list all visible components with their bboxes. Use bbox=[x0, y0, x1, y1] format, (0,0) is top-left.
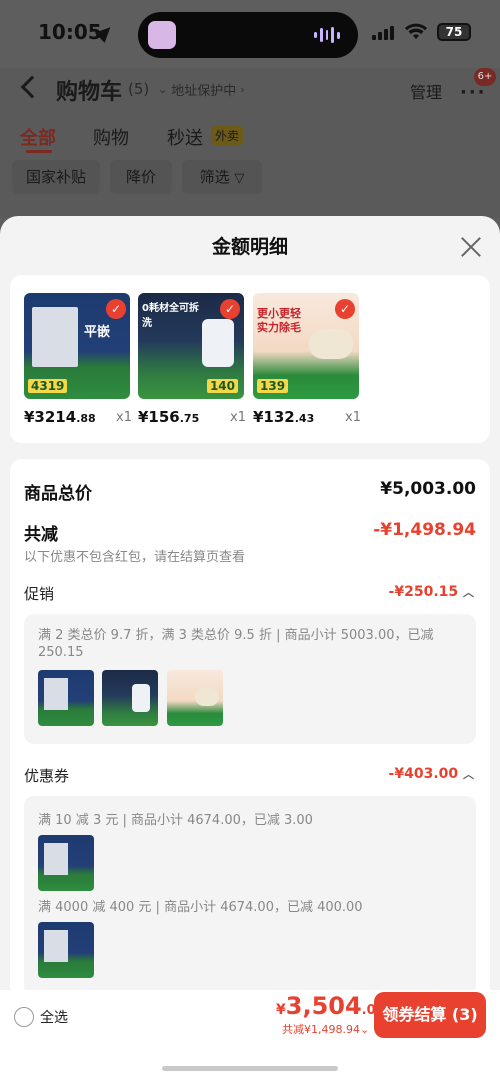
tab-instant-delivery[interactable]: 秒送 bbox=[167, 124, 203, 150]
promo-thumb-humidifier bbox=[102, 670, 158, 726]
product-badge-text: 平嵌 bbox=[84, 325, 111, 340]
coupon-thumb-fridge bbox=[38, 835, 94, 891]
product-promo-price: 140 bbox=[206, 379, 238, 393]
app-icon bbox=[148, 21, 176, 49]
message-badge: 6+ bbox=[474, 68, 496, 86]
product-qty: x1 bbox=[345, 410, 361, 425]
cart-count: (5) bbox=[128, 80, 150, 98]
checkout-button[interactable]: 领券结算 (3) bbox=[374, 992, 486, 1038]
product-image-mite-remover[interactable]: 更小更轻 实力除毛 139 ✓ bbox=[253, 293, 359, 399]
goods-total-label: 商品总价 bbox=[24, 484, 92, 504]
product-badge-text: 0耗材全可拆洗 bbox=[142, 303, 199, 329]
product-price: ¥156.75 bbox=[138, 408, 200, 426]
filter-price-drop[interactable]: 降价 bbox=[110, 160, 172, 194]
battery-icon: 75 bbox=[437, 23, 471, 41]
check-icon: ✓ bbox=[220, 299, 240, 319]
dynamic-island bbox=[138, 12, 358, 58]
product-price: ¥3214.88 bbox=[24, 408, 96, 426]
status-time: 10:05 bbox=[38, 20, 102, 44]
filter-national-subsidy[interactable]: 国家补贴 bbox=[12, 160, 100, 194]
wifi-icon bbox=[405, 23, 427, 39]
product-image-humidifier[interactable]: 0耗材全可拆洗 140 ✓ bbox=[138, 293, 244, 399]
goods-total-value: ¥5,003.00 bbox=[380, 479, 476, 499]
filter-button[interactable]: 筛选 ▽ bbox=[182, 160, 262, 194]
cellular-signal-icon bbox=[372, 26, 394, 40]
coupon-desc: 满 10 减 3 元 | 商品小计 4674.00，已减 3.00 bbox=[38, 813, 313, 828]
page-title: 购物车 bbox=[56, 80, 123, 105]
close-icon[interactable] bbox=[460, 236, 482, 258]
select-all-label[interactable]: 全选 bbox=[40, 1007, 68, 1027]
product-price: ¥132.43 bbox=[253, 408, 315, 426]
tab-all[interactable]: 全部 bbox=[20, 124, 56, 150]
chevron-up-icon: ︿ bbox=[463, 586, 474, 599]
check-icon: ✓ bbox=[106, 299, 126, 319]
fridge-shape bbox=[32, 307, 78, 367]
product-badge-text: 更小更轻 实力除毛 bbox=[257, 307, 301, 334]
promo-thumb-fridge bbox=[38, 670, 94, 726]
saved-amount[interactable]: 共减¥1,498.94⌄ bbox=[282, 1021, 369, 1037]
tab-active-indicator bbox=[26, 150, 52, 153]
discount-label: 共减 bbox=[24, 525, 58, 545]
total-price: ¥3,504.06 bbox=[276, 992, 385, 1020]
discount-value: -¥1,498.94 bbox=[373, 520, 476, 540]
chevron-down-icon: ⌄ bbox=[158, 83, 168, 96]
product-qty: x1 bbox=[230, 410, 246, 425]
promo-label: 促销 bbox=[24, 585, 55, 603]
check-icon: ✓ bbox=[335, 299, 355, 319]
coupon-label: 优惠券 bbox=[24, 767, 70, 785]
product-qty: x1 bbox=[116, 410, 132, 425]
home-indicator bbox=[162, 1066, 338, 1071]
mite-remover-shape bbox=[309, 329, 353, 359]
address-protect-label: 地址保护中 bbox=[171, 84, 237, 99]
coupon-thumb-fridge bbox=[38, 922, 94, 978]
humidifier-shape bbox=[202, 319, 234, 367]
chevron-down-icon: ⌄ bbox=[359, 1023, 370, 1036]
funnel-icon: ▽ bbox=[234, 171, 245, 186]
discount-note: 以下优惠不包含红包，请在结算页查看 bbox=[24, 550, 246, 565]
product-promo-price: 4319 bbox=[28, 379, 68, 393]
select-all-radio[interactable] bbox=[14, 1007, 34, 1027]
coupon-toggle[interactable]: -¥403.00 ︿ bbox=[389, 766, 474, 782]
promo-toggle[interactable]: -¥250.15 ︿ bbox=[389, 584, 474, 600]
sheet-title: 金额明细 bbox=[211, 236, 288, 258]
address-protect[interactable]: ⌄ 地址保护中 › bbox=[158, 80, 245, 99]
chevron-right-icon: › bbox=[240, 83, 245, 96]
product-promo-price: 139 bbox=[257, 379, 289, 393]
manage-button[interactable]: 管理 bbox=[410, 79, 442, 103]
coupon-value: -¥403.00 bbox=[388, 766, 459, 782]
coupon-desc: 满 4000 减 400 元 | 商品小计 4674.00，已减 400.00 bbox=[38, 900, 363, 915]
promo-desc: 满 2 类总价 9.7 折，满 3 类总价 9.5 折 | 商品小计 5003.… bbox=[38, 628, 434, 660]
promo-value: -¥250.15 bbox=[388, 584, 459, 600]
audio-wave-icon bbox=[314, 27, 340, 43]
tab-shopping[interactable]: 购物 bbox=[93, 124, 129, 150]
chevron-up-icon: ︿ bbox=[463, 768, 474, 781]
takeout-tag: 外卖 bbox=[211, 126, 244, 145]
product-image-fridge[interactable]: 平嵌 4319 ✓ bbox=[24, 293, 130, 399]
filter-label: 筛选 bbox=[199, 168, 230, 186]
promo-thumb-mite-remover bbox=[167, 670, 223, 726]
